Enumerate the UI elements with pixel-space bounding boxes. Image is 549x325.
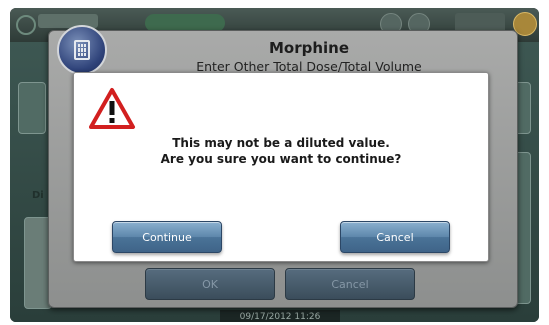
- cancel-button[interactable]: Cancel: [340, 221, 450, 253]
- date-time: 09/17/2012 11:26: [220, 310, 340, 322]
- side-tab-label: Di: [32, 190, 44, 201]
- alert-message: This may not be a diluted value. Are you…: [74, 135, 488, 167]
- alert-modal: This may not be a diluted value. Are you…: [73, 72, 489, 262]
- dialog-cancel-button[interactable]: Cancel: [285, 268, 415, 300]
- dialog-title: Morphine: [268, 39, 350, 57]
- ok-button[interactable]: OK: [145, 268, 275, 300]
- alert-message-line1: This may not be a diluted value.: [172, 136, 390, 150]
- continue-button[interactable]: Continue: [112, 221, 222, 253]
- logo-icon: [16, 15, 36, 35]
- alert-message-line2: Are you sure you want to continue?: [160, 152, 402, 166]
- side-button-left: [18, 82, 46, 134]
- warning-icon: [89, 88, 135, 129]
- pump-icon: [57, 25, 107, 75]
